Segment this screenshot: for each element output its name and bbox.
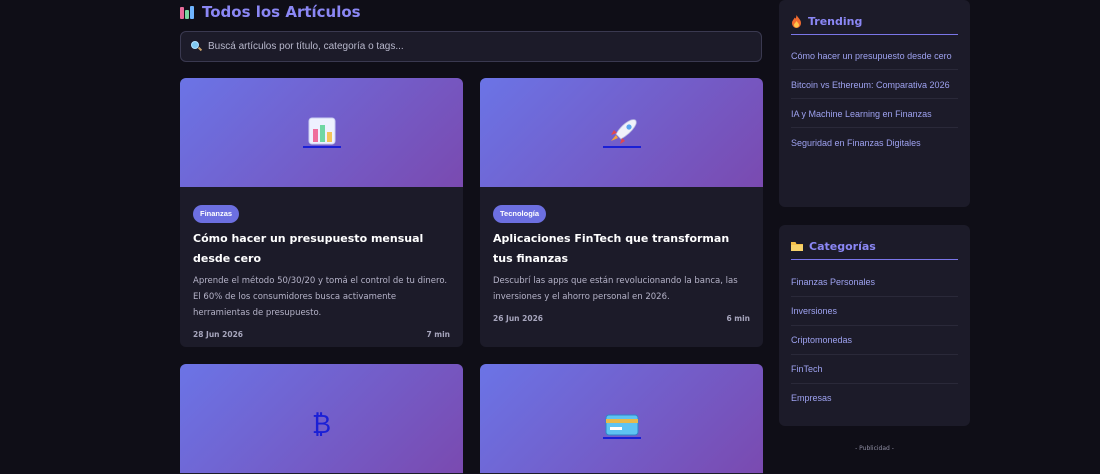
card-hero: ₿ (180, 364, 463, 473)
category-link[interactable]: Criptomonedas (791, 326, 958, 355)
trending-item[interactable]: IA y Machine Learning en Finanzas (791, 99, 958, 128)
article-meta: 28 Jun 2026 7 min (193, 330, 450, 339)
article-title[interactable]: Cómo hacer un presupuesto mensual desde … (193, 229, 450, 269)
article-excerpt: Descubrí las apps que están revolucionan… (493, 276, 738, 302)
search-bar[interactable] (180, 31, 762, 62)
article-card[interactable]: Finanzas Cómo hacer un presupuesto mensu… (180, 78, 463, 347)
categories-title-text: Categorías (809, 239, 876, 253)
magnifier-icon (191, 41, 203, 52)
categories-list: Finanzas Personales Inversiones Criptomo… (791, 260, 958, 412)
category-link[interactable]: Inversiones (791, 297, 958, 326)
page-title-text: Todos los Artículos (202, 3, 361, 21)
article-card[interactable] (480, 364, 763, 474)
article-date: 26 Jun 2026 (493, 314, 544, 323)
category-tag[interactable]: Tecnología (493, 205, 547, 223)
article-excerpt: Aprende el método 50/30/20 y tomá el con… (193, 276, 448, 318)
trending-title-text: Trending (808, 14, 863, 28)
bitcoin-icon: ₿ (311, 410, 332, 440)
article-date: 28 Jun 2026 (193, 330, 244, 339)
bar-chart-icon (180, 5, 195, 20)
card-hero (480, 78, 763, 187)
category-link[interactable]: Finanzas Personales (791, 260, 958, 297)
trending-list: Cómo hacer un presupuesto desde cero Bit… (791, 35, 958, 156)
trending-item[interactable]: Cómo hacer un presupuesto desde cero (791, 35, 958, 70)
trending-item[interactable]: Seguridad en Finanzas Digitales (791, 128, 958, 156)
credit-card-icon (602, 414, 641, 439)
card-hero (480, 364, 763, 473)
categories-widget: Categorías Finanzas Personales Inversion… (779, 225, 970, 426)
trending-item[interactable]: Bitcoin vs Ethereum: Comparativa 2026 (791, 70, 958, 99)
card-hero (180, 78, 463, 187)
article-title[interactable]: Aplicaciones FinTech que transforman tus… (493, 229, 750, 269)
ad-label: - Publicidad - (855, 445, 894, 452)
folder-icon (791, 241, 803, 251)
article-card[interactable]: Tecnología Aplicaciones FinTech que tran… (480, 78, 763, 347)
main-column: Todos los Artículos (180, 0, 762, 62)
article-read-time: 6 min (726, 314, 750, 323)
rocket-icon (602, 118, 641, 148)
article-read-time: 7 min (426, 330, 450, 339)
trending-title: Trending (791, 0, 958, 35)
categories-title: Categorías (791, 225, 958, 260)
category-tag[interactable]: Finanzas (193, 205, 240, 223)
search-input[interactable] (208, 41, 761, 52)
page-title: Todos los Artículos (180, 0, 762, 24)
article-card[interactable]: ₿ (180, 364, 463, 474)
fire-icon (792, 14, 801, 28)
article-meta: 26 Jun 2026 6 min (493, 314, 750, 323)
category-link[interactable]: FinTech (791, 355, 958, 384)
category-link[interactable]: Empresas (791, 384, 958, 412)
bar-chart-icon (302, 117, 341, 148)
trending-widget: Trending Cómo hacer un presupuesto desde… (779, 0, 970, 207)
